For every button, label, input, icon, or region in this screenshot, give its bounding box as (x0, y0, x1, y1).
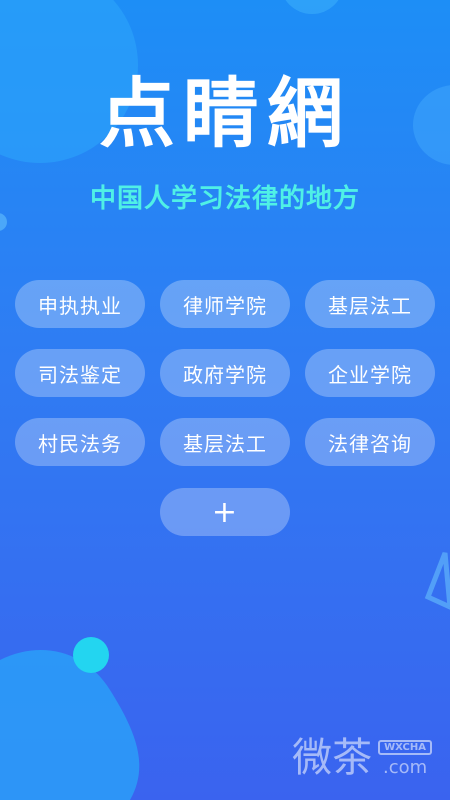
watermark-domain: .com (382, 757, 428, 778)
add-more-button[interactable]: + (160, 488, 290, 536)
category-button-government-academy[interactable]: 政府学院 (160, 349, 290, 397)
watermark-right: WXCHA .com (378, 740, 432, 778)
watermark: 微茶 WXCHA .com (292, 738, 432, 778)
watermark-badge: WXCHA (378, 740, 432, 755)
category-button-shenzhi[interactable]: 申执执业 (15, 280, 145, 328)
category-button-villager-legal[interactable]: 村民法务 (15, 418, 145, 466)
category-button-judicial-appraisal[interactable]: 司法鉴定 (15, 349, 145, 397)
category-button-lawyer-academy[interactable]: 律师学院 (160, 280, 290, 328)
app-title: 点睛網 (99, 69, 351, 158)
category-button-legal-consulting[interactable]: 法律咨询 (305, 418, 435, 466)
app-slogan: 中国人学习法律的地方 (89, 184, 360, 214)
watermark-glyphs: 微茶 (292, 735, 373, 781)
category-button-grassroots-law[interactable]: 基层法工 (305, 280, 435, 328)
category-button-grassroots-law-2[interactable]: 基层法工 (160, 418, 290, 466)
category-button-enterprise-academy[interactable]: 企业学院 (305, 349, 435, 397)
